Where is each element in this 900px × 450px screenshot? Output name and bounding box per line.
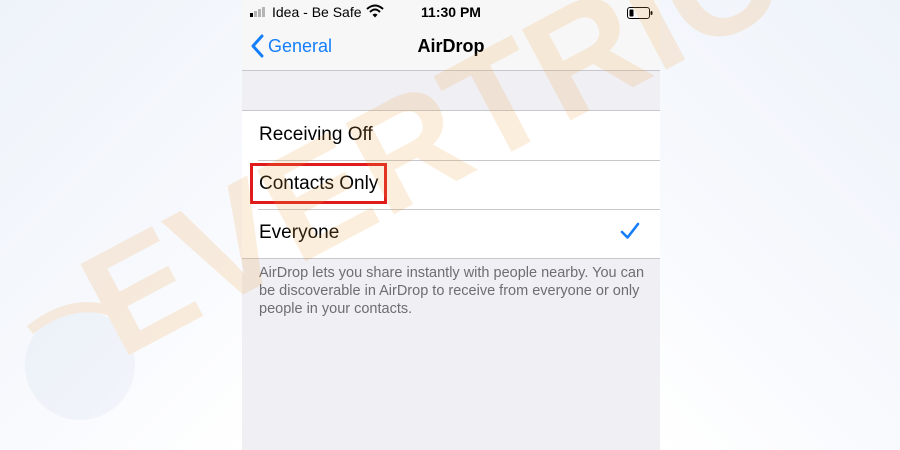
status-bar: Idea - Be Safe 11:30 PM [242,0,660,24]
highlight-box [250,163,387,204]
airdrop-options-list: Receiving Off Contacts Only Everyone [242,110,660,259]
navigation-bar: General AirDrop [242,24,660,71]
checkmark-icon [620,222,640,245]
option-label: Everyone [259,222,340,243]
option-label: Receiving Off [259,124,373,145]
option-receiving-off[interactable]: Receiving Off [242,111,660,160]
background-right [660,0,900,450]
page-title: AirDrop [417,36,485,56]
battery-icon [627,6,653,22]
footer-description: AirDrop lets you share instantly with pe… [259,265,645,317]
option-contacts-only[interactable]: Contacts Only [242,160,660,209]
background-left [0,0,242,450]
option-everyone[interactable]: Everyone [242,209,660,258]
status-time: 11:30 PM [421,4,481,20]
phone-screen: Idea - Be Safe 11:30 PM General AirDrop [242,0,660,450]
